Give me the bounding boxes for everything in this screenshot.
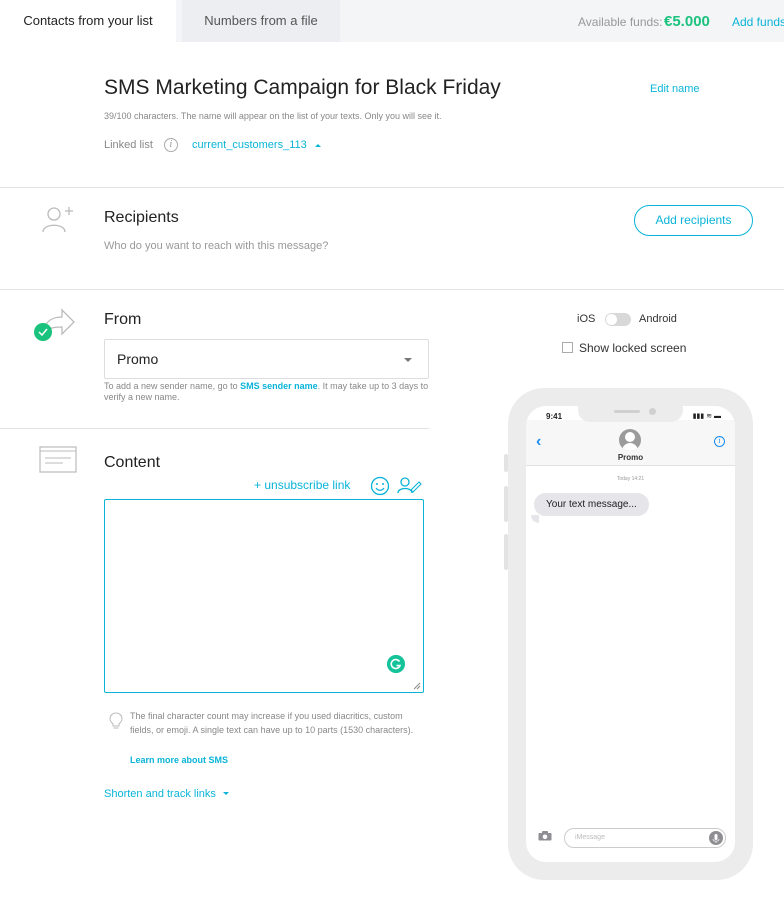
sender-note-text: To add a new sender name, go to bbox=[104, 381, 241, 391]
divider bbox=[0, 187, 784, 188]
chevron-down-icon bbox=[404, 358, 412, 362]
divider bbox=[0, 289, 784, 290]
learn-more-sms-link[interactable]: Learn more about SMS bbox=[130, 755, 228, 765]
tab-contacts-from-list[interactable]: Contacts from your list bbox=[0, 0, 176, 42]
divider bbox=[0, 428, 429, 429]
caret-up-icon bbox=[314, 144, 321, 148]
platform-toggle[interactable] bbox=[605, 313, 631, 326]
recipients-subtitle: Who do you want to reach with this messa… bbox=[104, 240, 329, 252]
microphone-icon bbox=[709, 831, 723, 845]
from-title: From bbox=[104, 311, 142, 328]
unsubscribe-link[interactable]: + unsubscribe link bbox=[254, 478, 350, 492]
caret-down-icon bbox=[222, 792, 229, 796]
emoji-icon[interactable] bbox=[370, 476, 390, 496]
avatar bbox=[619, 429, 641, 451]
phone-preview: ‹ Promo i 9:41 ▮▮▮ ≋ ▬ Today 14:21 Your … bbox=[504, 388, 753, 880]
lightbulb-icon bbox=[109, 712, 123, 729]
message-header: ‹ Promo i bbox=[526, 420, 735, 466]
shorten-track-links[interactable]: Shorten and track links bbox=[104, 788, 230, 800]
message-textarea[interactable] bbox=[104, 499, 424, 693]
character-count-tip: The final character count may increase i… bbox=[130, 711, 414, 735]
imessage-input: iMessage bbox=[564, 828, 726, 848]
phone-notch bbox=[578, 406, 683, 422]
share-arrow-icon bbox=[34, 308, 75, 341]
linked-list-dropdown[interactable]: current_customers_113 bbox=[192, 139, 322, 151]
top-bar: Contacts from your list Numbers from a f… bbox=[0, 0, 784, 42]
sender-select-value: Promo bbox=[117, 351, 159, 367]
locked-screen-label[interactable]: Show locked screen bbox=[579, 341, 686, 355]
camera-icon bbox=[538, 831, 552, 841]
sender-select[interactable]: Promo bbox=[104, 339, 429, 379]
message-bubble: Your text message... bbox=[534, 493, 649, 516]
phone-button bbox=[504, 454, 508, 472]
resize-handle-icon[interactable] bbox=[413, 682, 421, 690]
edit-name-link[interactable]: Edit name bbox=[650, 83, 700, 95]
phone-button bbox=[504, 534, 508, 570]
available-funds-value: €5.000 bbox=[664, 13, 710, 30]
sender-note: To add a new sender name, go to SMS send… bbox=[104, 381, 434, 403]
available-funds-label: Available funds: bbox=[578, 15, 663, 29]
status-time: 9:41 bbox=[546, 412, 563, 421]
imessage-placeholder: iMessage bbox=[575, 834, 605, 841]
add-user-icon bbox=[42, 207, 73, 233]
message-timestamp: Today 14:21 bbox=[616, 476, 645, 482]
content-title: Content bbox=[104, 454, 161, 471]
personalize-icon[interactable] bbox=[397, 476, 423, 494]
info-icon[interactable]: i bbox=[164, 138, 178, 152]
recipients-title: Recipients bbox=[104, 209, 179, 226]
add-funds-link[interactable]: Add funds bbox=[732, 15, 784, 29]
ios-label: iOS bbox=[577, 313, 596, 325]
linked-list-value: current_customers_113 bbox=[192, 139, 307, 151]
name-hint: 39/100 characters. The name will appear … bbox=[104, 111, 442, 121]
status-icons: ▮▮▮ ≋ ▬ bbox=[692, 413, 721, 420]
toggle-knob bbox=[606, 314, 617, 325]
bubble-tail bbox=[531, 515, 539, 523]
back-chevron-icon: ‹ bbox=[536, 433, 542, 450]
shorten-track-links-label: Shorten and track links bbox=[104, 788, 216, 800]
campaign-title: SMS Marketing Campaign for Black Friday bbox=[104, 76, 501, 99]
phone-button bbox=[504, 486, 508, 522]
tab-numbers-from-file[interactable]: Numbers from a file bbox=[182, 0, 340, 42]
locked-screen-checkbox[interactable] bbox=[562, 342, 573, 353]
linked-list-label: Linked list bbox=[104, 139, 153, 151]
add-recipients-button[interactable]: Add recipients bbox=[634, 205, 753, 236]
sms-sender-name-link[interactable]: SMS sender name bbox=[240, 381, 318, 391]
phone-screen: ‹ Promo i 9:41 ▮▮▮ ≋ ▬ Today 14:21 Your … bbox=[526, 406, 735, 862]
grammarly-icon[interactable] bbox=[387, 655, 405, 673]
android-label: Android bbox=[639, 313, 677, 325]
contact-name: Promo bbox=[617, 453, 644, 462]
info-icon: i bbox=[714, 436, 725, 447]
message-card-icon bbox=[39, 446, 77, 473]
